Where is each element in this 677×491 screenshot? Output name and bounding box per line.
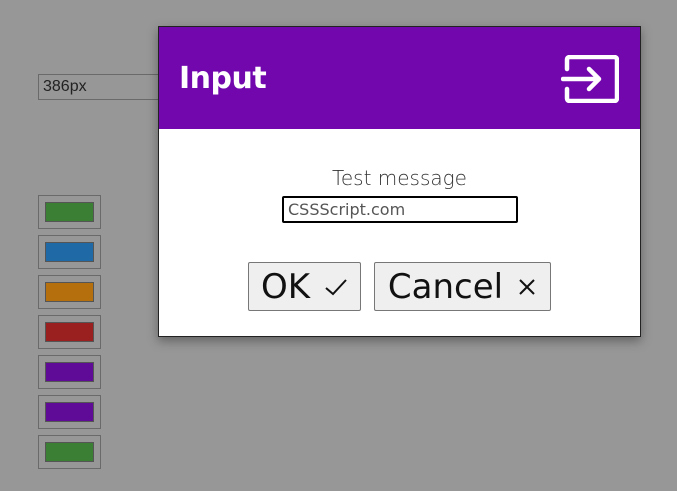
- dialog-title: Input: [179, 61, 267, 96]
- dialog-text-input[interactable]: [282, 196, 518, 223]
- color-button-blue[interactable]: [38, 235, 101, 269]
- color-button-green[interactable]: [38, 195, 101, 229]
- cancel-button-label: Cancel: [387, 266, 504, 307]
- dialog-header: Input: [159, 27, 640, 129]
- color-swatch: [45, 202, 94, 222]
- color-swatch: [45, 402, 94, 422]
- dialog-message: Test message: [332, 166, 467, 190]
- ok-button[interactable]: OK: [248, 262, 361, 311]
- input-dialog: Input Test message OK Cancel: [158, 26, 641, 337]
- color-button-purple[interactable]: [38, 355, 101, 389]
- ok-button-label: OK: [260, 266, 311, 307]
- color-swatch: [45, 322, 94, 342]
- color-button-green-2[interactable]: [38, 435, 101, 469]
- cancel-button[interactable]: Cancel: [374, 262, 551, 311]
- color-swatch: [45, 282, 94, 302]
- width-input[interactable]: [38, 74, 162, 100]
- color-button-purple-2[interactable]: [38, 395, 101, 429]
- color-swatch: [45, 242, 94, 262]
- color-swatch: [45, 362, 94, 382]
- color-button-red[interactable]: [38, 315, 101, 349]
- close-icon: [519, 278, 535, 295]
- sign-in-icon: [561, 55, 619, 103]
- color-button-orange[interactable]: [38, 275, 101, 309]
- check-icon: [325, 278, 347, 295]
- page-overlay: Input Test message OK Cancel: [0, 0, 677, 491]
- color-swatch: [45, 442, 94, 462]
